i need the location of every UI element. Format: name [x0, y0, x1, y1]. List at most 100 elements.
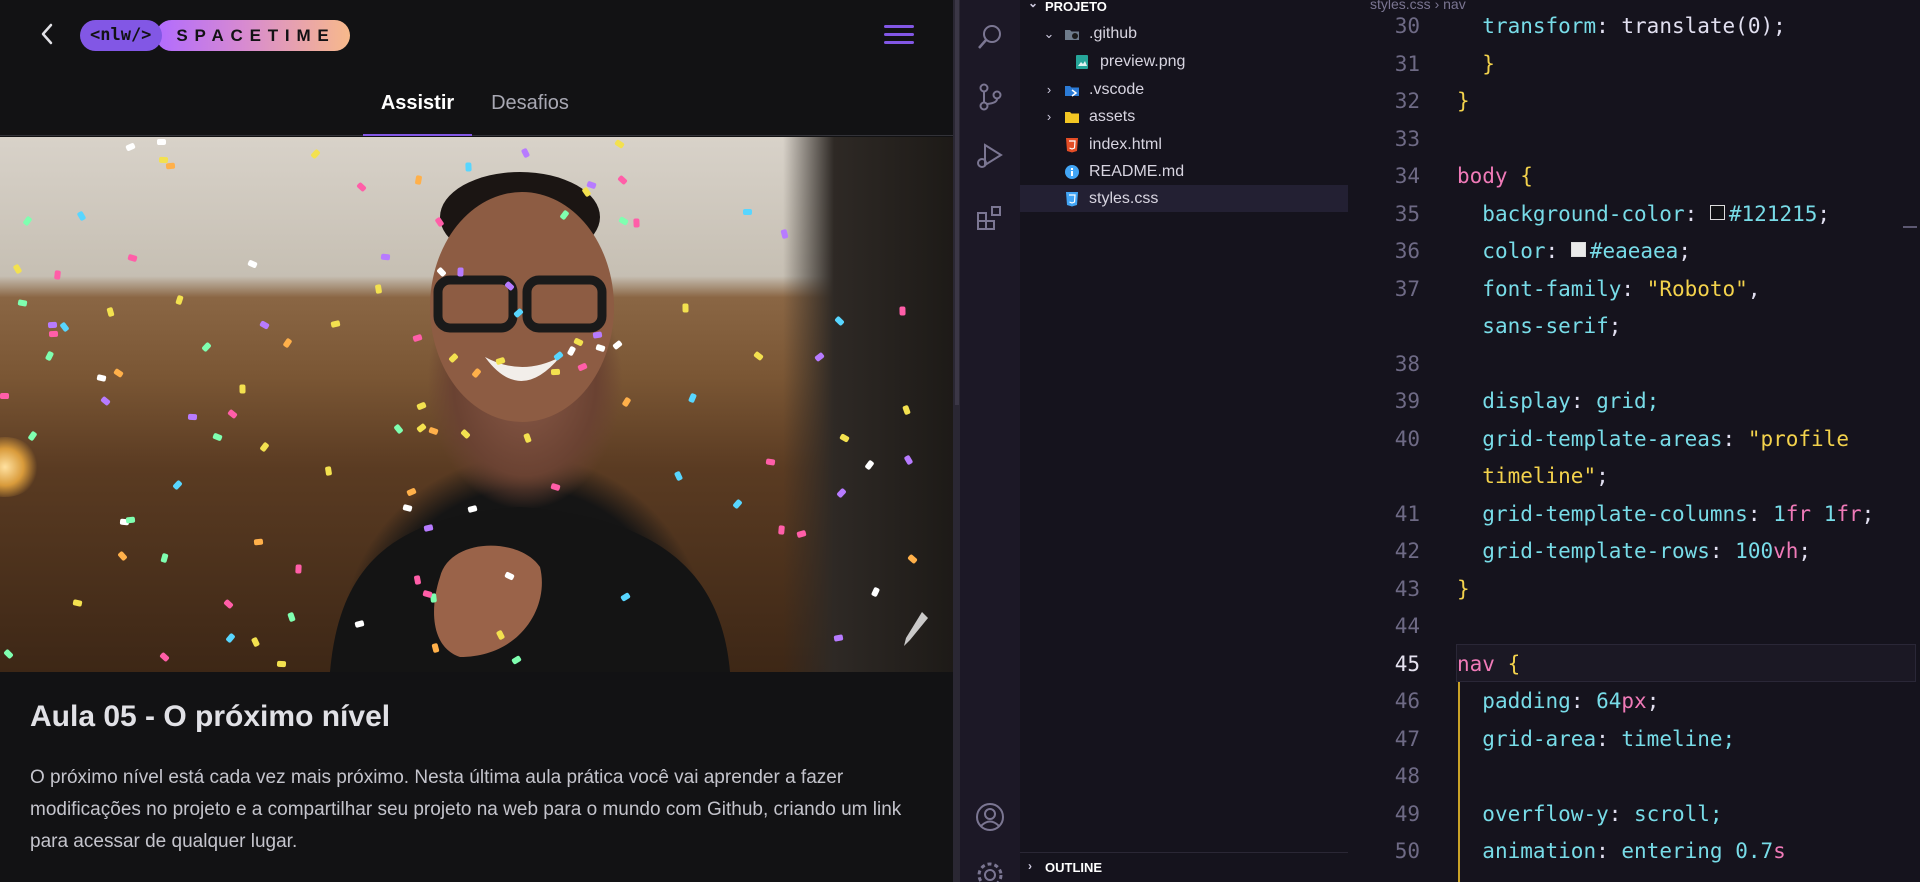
menu-icon	[884, 25, 914, 28]
logo[interactable]: <nlw/> SPACETIME	[80, 20, 350, 51]
player-tabs: Assistir Desafios	[0, 84, 953, 136]
line-number: 45	[1394, 651, 1420, 676]
line-number: 35	[1394, 201, 1420, 226]
code-line: overflow-y: scroll;	[1482, 801, 1723, 826]
player-header: <nlw/> SPACETIME	[0, 0, 953, 70]
css-file-icon	[1066, 192, 1078, 207]
chevron-down-icon: ⌄	[1043, 26, 1055, 41]
confetti-piece	[125, 516, 136, 524]
tree-item-assets-folder[interactable]: › assets	[1020, 103, 1348, 130]
confetti-piece	[156, 138, 167, 146]
code-line: font-family: "Roboto",	[1482, 276, 1761, 301]
vscode-folder-icon	[1065, 86, 1079, 97]
confetti-piece	[778, 525, 785, 535]
run-debug-icon[interactable]	[975, 140, 1005, 170]
line-number: 42	[1394, 539, 1420, 563]
code-line: color: #eaeaea;	[1482, 239, 1691, 263]
line-number: 40	[1394, 426, 1420, 451]
confetti-piece	[374, 284, 383, 294]
line-number: 41	[1394, 501, 1420, 526]
logo-wordmark: SPACETIME	[156, 20, 350, 51]
tree-item-github-folder[interactable]: ⌄ .github	[1020, 20, 1348, 47]
line-number: 46	[1394, 689, 1420, 713]
code-line: grid-template-areas: "profile	[1482, 426, 1849, 451]
course-player: <nlw/> SPACETIME Assistir Desafios Aula …	[0, 0, 953, 882]
explorer-section-header[interactable]: ⌄ PROJETO	[1020, 0, 1348, 14]
search-icon[interactable]	[975, 22, 1005, 52]
confetti-piece	[324, 466, 333, 476]
line-number: 48	[1394, 764, 1420, 788]
lesson-description: O próximo nível está cada vez mais próxi…	[30, 767, 902, 852]
tree-item-vscode-folder[interactable]: › .vscode	[1020, 76, 1348, 103]
chevron-down-icon: ⌄	[1028, 0, 1039, 10]
line-number: 47	[1394, 726, 1420, 751]
line-number: 50	[1394, 839, 1420, 863]
confetti-piece	[165, 162, 176, 170]
account-icon[interactable]	[975, 802, 1005, 832]
code-line: grid-area: timeline;	[1482, 726, 1736, 751]
code-line: body {	[1457, 164, 1533, 188]
code-line: animation: entering 0.7s	[1482, 839, 1786, 863]
confetti-piece	[47, 321, 58, 329]
tree-item-index-html[interactable]: index.html	[1020, 131, 1348, 158]
rocket-watermark-icon	[904, 612, 928, 646]
tab-assistir[interactable]: Assistir	[363, 84, 472, 136]
line-number: 44	[1394, 614, 1420, 638]
confetti-piece	[550, 368, 561, 376]
code-line: grid-template-columns: 1fr 1fr;	[1482, 501, 1875, 526]
folder-icon	[1065, 112, 1079, 123]
current-line-highlight	[1456, 644, 1916, 682]
chevron-right-icon: ›	[1046, 82, 1052, 97]
tab-desafios[interactable]: Desafios	[480, 84, 580, 136]
chevron-right-icon: ›	[1028, 859, 1032, 873]
tree-item-preview-png[interactable]: preview.png	[1020, 48, 1348, 75]
code-line: padding: 64px;	[1482, 689, 1660, 713]
confetti-piece	[187, 413, 198, 421]
line-number: 36	[1394, 239, 1420, 263]
image-file-icon	[1076, 55, 1088, 69]
confetti-piece	[0, 392, 10, 400]
confetti-piece	[158, 156, 169, 164]
outline-section-header[interactable]: › OUTLINE	[1020, 852, 1348, 882]
line-number: 37	[1394, 276, 1420, 301]
line-number: 31	[1394, 51, 1420, 76]
confetti-piece	[54, 270, 61, 280]
gear-icon[interactable]	[975, 860, 1005, 882]
code-line: background-color: #121215;	[1482, 201, 1831, 226]
line-number: 38	[1394, 351, 1420, 376]
line-number: 49	[1394, 801, 1420, 826]
tree-item-styles-css[interactable]: styles.css	[1020, 185, 1348, 212]
back-button[interactable]	[36, 20, 58, 48]
scrollbar-thumb[interactable]	[955, 0, 959, 405]
confetti-piece	[457, 267, 464, 277]
html-file-icon	[1066, 138, 1078, 153]
line-number: 39	[1394, 389, 1420, 413]
chevron-right-icon: ›	[1434, 0, 1444, 12]
code-editor[interactable]: styles.css › nav 30 31 32 33 34 35 36 37 38 39 40 4…	[1348, 0, 1920, 882]
confetti-piece	[239, 384, 246, 394]
line-number: 30	[1394, 14, 1420, 38]
confetti-piece	[899, 306, 906, 316]
tree-item-readme-md[interactable]: README.md	[1020, 158, 1348, 185]
scroll-marker	[1903, 226, 1917, 228]
code-line: nav {	[1457, 651, 1521, 676]
explorer-panel: ⌄ PROJETO ⌄ .github preview.png › .vscod…	[1020, 0, 1348, 882]
video-presenter	[330, 172, 730, 672]
menu-button[interactable]	[884, 25, 914, 45]
line-number: 43	[1394, 576, 1420, 601]
logo-tag: <nlw/>	[80, 20, 163, 51]
activity-bar	[960, 0, 1020, 882]
source-control-icon[interactable]	[975, 82, 1005, 112]
extensions-icon[interactable]	[975, 203, 1005, 233]
confetti-piece	[380, 253, 391, 261]
line-number: 34	[1394, 164, 1420, 188]
chevron-right-icon: ›	[1046, 109, 1052, 124]
github-folder-icon	[1065, 30, 1079, 40]
confetti-piece	[295, 564, 302, 574]
code-line: grid-template-rows: 100vh;	[1482, 539, 1812, 563]
video-player[interactable]	[0, 137, 953, 672]
confetti-piece	[682, 303, 689, 313]
confetti-piece	[465, 162, 472, 172]
line-number: 32	[1394, 89, 1420, 113]
line-number: 33	[1394, 126, 1420, 151]
